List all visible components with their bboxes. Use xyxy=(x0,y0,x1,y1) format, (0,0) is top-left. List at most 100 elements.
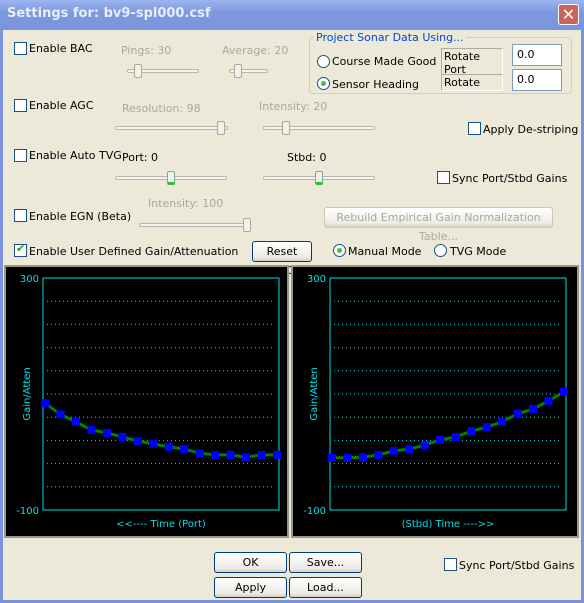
port-gain-chart[interactable]: 300 -100 Gain/Atten <<---- Time (Port) xyxy=(6,267,287,536)
gain-control-point xyxy=(102,428,111,437)
resolution-label: Resolution: 98 xyxy=(122,102,201,115)
gain-control-point xyxy=(226,450,235,459)
gain-control-point xyxy=(374,450,383,459)
manual-mode-radio[interactable] xyxy=(333,244,346,257)
gain-control-point xyxy=(482,423,491,432)
sensor-heading-label: Sensor Heading xyxy=(332,78,419,91)
port-gain-chart-panel: 300 -100 Gain/Atten <<---- Time (Port) xyxy=(4,265,289,538)
rebuild-egn-table-button[interactable]: Rebuild Empirical Gain Normalization Tab… xyxy=(324,207,553,243)
gain-control-point xyxy=(343,453,352,462)
y-tick-label: 300 xyxy=(20,274,39,285)
agc-intensity-slider-thumb[interactable] xyxy=(282,121,290,135)
gain-control-point xyxy=(498,417,507,426)
gain-control-point xyxy=(328,453,336,462)
enable-ugc-checkbox[interactable] xyxy=(14,242,27,257)
course-made-good-radio[interactable] xyxy=(317,55,330,68)
stbd-gain-chart[interactable]: 300 -100 Gain/Atten (Stbd) Time ---->> xyxy=(293,267,577,536)
enable-bac-checkbox[interactable] xyxy=(14,42,27,55)
enable-egn-label: Enable EGN (Beta) xyxy=(29,210,132,223)
close-icon[interactable]: ✕ xyxy=(558,4,579,25)
gain-control-point xyxy=(180,445,189,454)
gain-curve xyxy=(332,390,565,460)
y-tick-label: -100 xyxy=(16,506,39,517)
pings-label: Pings: 30 xyxy=(121,44,172,57)
gain-control-point xyxy=(436,435,445,444)
apply-destriping-label: Apply De-striping xyxy=(483,123,579,136)
port-gain-slider-thumb[interactable] xyxy=(167,171,175,185)
port-gain-slider[interactable] xyxy=(115,171,227,185)
rotate-input[interactable]: 0.0 xyxy=(512,69,562,91)
gain-control-point xyxy=(467,427,476,436)
enable-agc-checkbox[interactable] xyxy=(14,99,27,112)
enable-bac-label: Enable BAC xyxy=(29,42,93,55)
course-made-good-label: Course Made Good xyxy=(332,55,437,68)
tvg-mode-radio[interactable] xyxy=(434,244,447,257)
gain-control-point xyxy=(41,399,49,408)
average-label: Average: 20 xyxy=(222,44,289,57)
rotate-label: Rotate xyxy=(441,74,503,91)
window-title: Settings for: bv9-spl000.csf xyxy=(7,6,211,21)
gain-curve xyxy=(44,402,277,459)
enable-ugc-label: Enable User Defined Gain/Attenuation xyxy=(29,245,239,258)
tvg-mode-label: TVG Mode xyxy=(450,245,507,258)
egn-intensity-label: Intensity: 100 xyxy=(148,197,224,210)
stbd-gain-slider[interactable] xyxy=(263,171,375,185)
y-tick-label: 300 xyxy=(307,274,326,285)
sensor-heading-radio[interactable] xyxy=(317,77,330,90)
x-axis-label: <<---- Time (Port) xyxy=(116,519,206,530)
gain-control-point xyxy=(257,450,266,459)
gain-control-point xyxy=(56,410,65,419)
footer-sync-gains-label: Sync Port/Stbd Gains xyxy=(459,559,575,572)
gain-control-point xyxy=(544,396,553,405)
gain-control-point xyxy=(118,432,127,441)
save-button[interactable]: Save... xyxy=(289,552,362,573)
gain-control-point xyxy=(164,442,173,451)
agc-intensity-slider[interactable] xyxy=(263,121,375,135)
manual-mode-label: Manual Mode xyxy=(348,245,422,258)
stbd-gain-slider-thumb[interactable] xyxy=(315,171,323,185)
enable-agc-label: Enable AGC xyxy=(29,99,94,112)
pings-slider[interactable] xyxy=(127,64,199,78)
apply-destriping-checkbox[interactable] xyxy=(468,122,481,135)
stbd-gain-label: Stbd: 0 xyxy=(287,151,327,164)
enable-auto-tvg-checkbox[interactable] xyxy=(14,149,27,162)
gain-control-point xyxy=(211,450,220,459)
gain-control-point xyxy=(133,436,142,445)
footer-sync-gains-checkbox[interactable] xyxy=(444,558,457,571)
x-axis-label: (Stbd) Time ---->> xyxy=(402,519,495,530)
average-slider[interactable] xyxy=(229,64,268,78)
enable-auto-tvg-label: Enable Auto TVG xyxy=(29,149,122,162)
egn-intensity-slider[interactable] xyxy=(139,218,251,232)
gain-control-point xyxy=(513,409,522,418)
gain-control-point xyxy=(529,405,538,414)
pings-slider-thumb[interactable] xyxy=(133,64,142,78)
ok-button[interactable]: OK xyxy=(214,552,287,573)
gain-control-point xyxy=(358,453,367,462)
reset-ugc-button[interactable]: Reset UGC xyxy=(252,241,312,277)
sync-gains-checkbox[interactable] xyxy=(437,171,450,184)
rotate-port-input[interactable]: 0.0 xyxy=(512,44,562,66)
y-axis-label: Gain/Atten xyxy=(309,367,320,420)
resolution-slider[interactable] xyxy=(115,121,228,135)
enable-egn-checkbox[interactable] xyxy=(14,209,27,222)
resolution-slider-thumb[interactable] xyxy=(217,121,226,135)
port-gain-label: Port: 0 xyxy=(122,151,159,164)
apply-button[interactable]: Apply xyxy=(214,577,287,598)
y-tick-label: -100 xyxy=(303,506,326,517)
gain-control-point xyxy=(195,449,204,458)
project-sonar-legend: Project Sonar Data Using... xyxy=(316,31,464,44)
load-button[interactable]: Load... xyxy=(289,577,362,598)
gain-control-point xyxy=(273,450,281,459)
agc-intensity-label: Intensity: 20 xyxy=(259,100,328,113)
gain-control-point xyxy=(560,387,568,396)
stbd-gain-chart-panel: 300 -100 Gain/Atten (Stbd) Time ---->> xyxy=(291,265,579,538)
sync-gains-label: Sync Port/Stbd Gains xyxy=(452,172,568,185)
average-slider-thumb[interactable] xyxy=(234,64,243,78)
gain-control-point xyxy=(149,439,158,448)
y-axis-label: Gain/Atten xyxy=(22,367,33,420)
title-bar: Settings for: bv9-spl000.csf ✕ xyxy=(0,0,584,30)
egn-intensity-slider-thumb[interactable] xyxy=(242,218,251,232)
gain-control-point xyxy=(451,432,460,441)
gain-control-point xyxy=(87,425,96,434)
gain-control-point xyxy=(420,441,429,450)
